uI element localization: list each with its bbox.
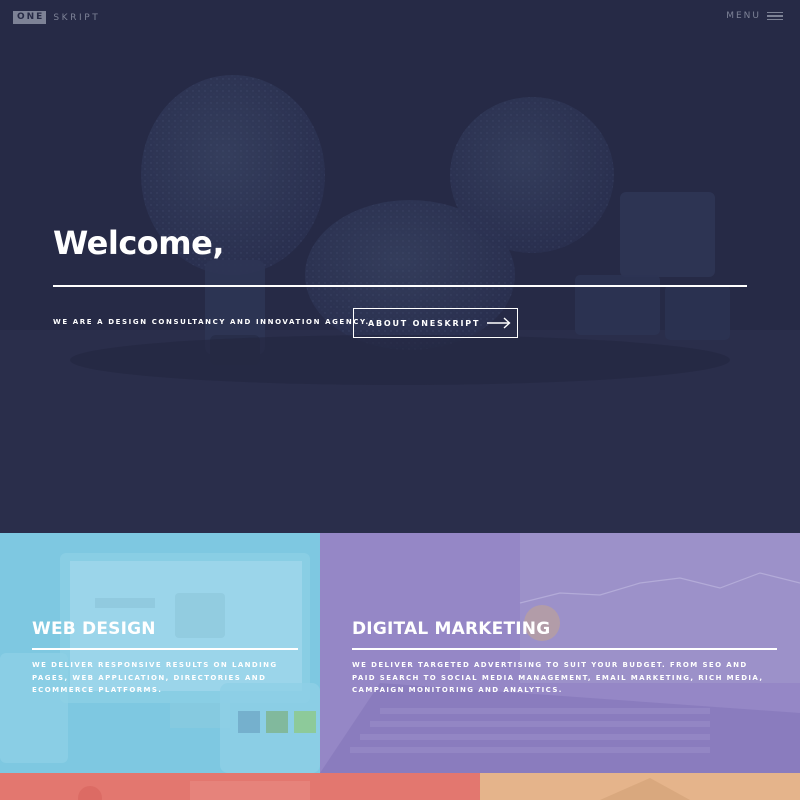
- web-design-title: WEB DESIGN: [32, 619, 156, 639]
- service-tile-3[interactable]: [0, 773, 480, 800]
- digital-marketing-tile[interactable]: DIGITAL MARKETING WE DELIVER TARGETED AD…: [320, 533, 800, 773]
- web-design-description: WE DELIVER RESPONSIVE RESULTS ON LANDING…: [32, 661, 278, 694]
- service-tile-4[interactable]: [480, 773, 800, 800]
- digital-marketing-divider: [352, 648, 777, 650]
- devices-background-image: [0, 553, 320, 773]
- digital-marketing-description: WE DELIVER TARGETED ADVERTISING TO SUIT …: [352, 661, 764, 694]
- arrow-right-icon: [487, 317, 511, 329]
- about-button-label: ABOUT ONESKRIPT: [368, 318, 481, 328]
- logo[interactable]: ONE SKRIPT: [13, 11, 100, 24]
- laptop-background-image: [320, 533, 800, 773]
- top-navigation: ONE SKRIPT MENU: [0, 0, 800, 36]
- logo-wordmark: SKRIPT: [53, 12, 101, 23]
- tile-3-background-image: [78, 781, 310, 800]
- menu-label: MENU: [726, 11, 761, 21]
- hero-divider: [53, 285, 747, 287]
- hero-section: ONE SKRIPT MENU Welcome, WE ARE A DESIGN…: [0, 0, 800, 533]
- web-design-tile[interactable]: WEB DESIGN WE DELIVER RESPONSIVE RESULTS…: [0, 533, 320, 773]
- hero-tagline: WE ARE A DESIGN CONSULTANCY AND INNOVATI…: [53, 318, 370, 326]
- hero-title: Welcome,: [53, 224, 224, 262]
- about-oneskript-button[interactable]: ABOUT ONESKRIPT: [353, 308, 518, 338]
- web-design-divider: [32, 648, 298, 650]
- digital-marketing-title: DIGITAL MARKETING: [352, 619, 551, 639]
- logo-mark: ONE: [13, 11, 47, 24]
- menu-button[interactable]: MENU: [726, 11, 783, 21]
- hamburger-icon: [767, 11, 783, 21]
- tile-4-background-image: [600, 778, 690, 800]
- hero-background-image: [0, 0, 800, 533]
